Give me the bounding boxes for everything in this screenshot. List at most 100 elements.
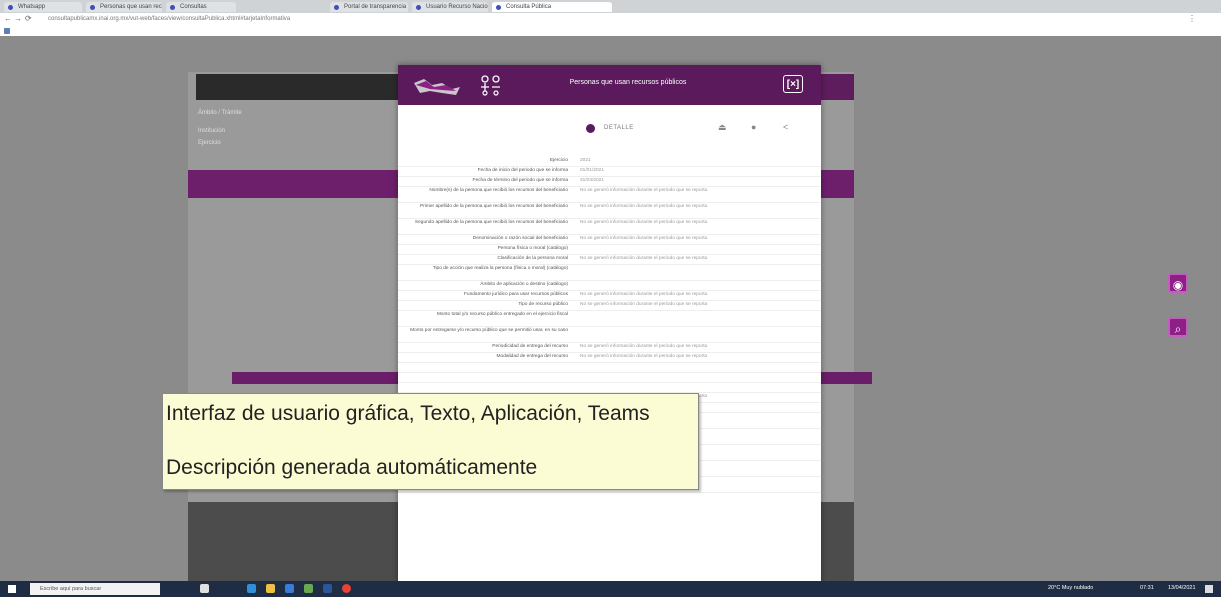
detail-row-label: Fecha de inicio del periodo que se infor… [477,168,568,173]
detail-row: Denominación o razón social del benefici… [398,235,821,245]
detail-row-value: No se generó información durante el peri… [580,354,708,359]
tab-favicon-icon [8,5,13,10]
detail-row: Segundo apellido de la persona que recib… [398,219,821,235]
notifications-icon[interactable] [1205,585,1213,593]
address-bar[interactable]: ← → ⟳ consultapublicamx.inai.org.mx/vut-… [0,13,1221,25]
tab-favicon-icon [416,5,421,10]
detail-row-value: No se generó información durante el peri… [580,256,708,261]
detail-row: Periodicidad de entrega del recurso No se… [398,343,821,353]
url-text[interactable]: consultapublicamx.inai.org.mx/vut-web/fa… [48,15,1178,23]
detail-row-label: Clasificación de la persona moral [497,256,568,261]
detail-row: Ámbito de aplicación o destino (catálogo… [398,281,821,291]
detail-row: Fecha de inicio del periodo que se infor… [398,167,821,177]
detail-row [398,383,821,393]
detail-row-label: Ejercicio [549,158,568,163]
windows-taskbar: Escribe aquí para buscar 20°C Muy nublad… [0,581,1221,597]
search-side-icon[interactable]: ⌕ [1168,317,1188,337]
detail-row: Monto por entregarse y/o recurso público… [398,327,821,343]
detail-row-value: No se generó información durante el peri… [580,204,708,209]
browser-tab-label: Whatsapp [18,4,46,10]
back-icon[interactable]: ← [4,14,12,23]
background-label: Institución [198,128,226,134]
tab-favicon-icon [170,5,175,10]
detail-row-value: No se generó información durante el peri… [580,292,708,297]
task-view-icon[interactable] [200,584,209,593]
tab-favicon-icon [496,5,501,10]
browser-tab[interactable]: Personas que usan recursos [86,2,162,12]
edge-icon[interactable] [247,584,256,593]
background-label: Ámbito / Trámite [198,110,242,116]
detail-row-label: Tipo de acción que realiza la persona (f… [432,266,568,271]
mail-icon[interactable] [285,584,294,593]
logo-icon [414,79,460,95]
detail-row: Fundamento jurídico para usar recursos p… [398,291,821,301]
tab-favicon-icon [90,5,95,10]
reload-icon[interactable]: ⟳ [25,14,32,23]
tab-favicon-icon [334,5,339,10]
browser-tab-label: Consultas [180,4,207,10]
share-icon[interactable]: < [783,122,788,132]
detail-row-label: Fundamento jurídico para usar recursos p… [464,292,568,297]
clock-time[interactable]: 07:31 [1140,585,1154,591]
modal-title: Personas que usan recursos públicos [569,79,687,86]
detail-row-label: Persona física o moral (catálogo) [497,246,568,251]
browser-tab-label: Personas que usan recursos [100,4,162,10]
detail-row-label: Denominación o razón social del benefici… [472,236,568,241]
alt-text-caption: Interfaz de usuario gráfica, Texto, Apli… [162,393,699,490]
print-icon[interactable]: ● [751,122,756,132]
word-icon[interactable] [323,584,332,593]
detail-tab[interactable]: DETALLE [604,125,634,131]
taskbar-search-input[interactable]: Escribe aquí para buscar [30,583,160,595]
browser-tab[interactable]: Usuario Recurso Nacional [412,2,488,12]
chrome-icon[interactable] [342,584,351,593]
detail-row-value: No se generó información durante el peri… [580,236,708,241]
detail-row: Tipo de acción que realiza la persona (f… [398,265,821,281]
detail-row: Tipo de recurso público No se generó info… [398,301,821,311]
detail-row: Monto total y/o recurso público entregad… [398,311,821,327]
browser-tab[interactable]: Consultas [166,2,236,12]
detail-row-value: No se generó información durante el peri… [580,188,708,193]
detail-row: Fecha de término del periodo que se info… [398,177,821,187]
detail-row: Modalidad de entrega del recurso No se ge… [398,353,821,363]
store-icon[interactable] [304,584,313,593]
detail-row-value: No se generó información durante el peri… [580,220,708,225]
detail-row-label: Nombre(s) de la persona que recibió los … [429,188,568,193]
browser-tab[interactable]: Portal de transparencia [330,2,408,12]
forward-icon[interactable]: → [14,14,22,23]
detail-row-label: Primer apellido de la persona que recibi… [420,204,568,209]
detail-row-value: 2021 [580,158,591,163]
detail-row [398,363,821,373]
people-icon [481,75,500,96]
info-icon [586,124,595,133]
detail-row-label: Monto por entregarse y/o recurso público… [410,328,568,333]
clock-date[interactable]: 13/04/2021 [1168,585,1196,591]
detail-row: Persona física o moral (catálogo) [398,245,821,255]
browser-tab-strip: Whatsapp Personas que usan recursos Consul… [0,0,1221,13]
weather-status[interactable]: 20°C Muy nublado [1048,585,1093,591]
detail-row-label: Segundo apellido de la persona que recib… [414,220,568,225]
close-button[interactable]: [×] [783,75,803,93]
detail-row-label: Monto total y/o recurso público entregad… [436,312,568,317]
detail-row-label: Modalidad de entrega del recurso [496,354,568,359]
detail-row-value: No se generó información durante el peri… [580,344,708,349]
bookmark-item[interactable] [4,27,14,35]
detail-modal: Personas que usan recursos públicos [×] … [398,65,821,585]
background-label: Ejercicio [198,140,221,146]
caption-line-1: Interfaz de usuario gráfica, Texto, Apli… [166,402,650,425]
detail-row: Ejercicio 2021 [398,157,821,167]
info-side-icon[interactable]: ◉ [1168,273,1188,293]
detail-row-value: 01/01/2021 [580,168,605,173]
detail-row-label: Ámbito de aplicación o destino (catálogo… [480,282,568,287]
windows-start-icon[interactable] [8,585,16,593]
explorer-icon[interactable] [266,584,275,593]
extensions-icon[interactable]: ⋮ [1188,14,1196,23]
browser-tab[interactable]: Whatsapp [4,2,82,12]
detail-row: Primer apellido de la persona que recibi… [398,203,821,219]
download-icon[interactable]: ⏏ [718,122,727,133]
detail-row-label: Tipo de recurso público [518,302,568,307]
detail-row: Clasificación de la persona moral No se g… [398,255,821,265]
browser-tab[interactable]: Consulta Pública [492,2,612,12]
browser-tab-label: Portal de transparencia [344,4,407,10]
detail-row-label: Periodicidad de entrega del recurso [492,344,568,349]
browser-tab-label: Consulta Pública [506,4,552,10]
